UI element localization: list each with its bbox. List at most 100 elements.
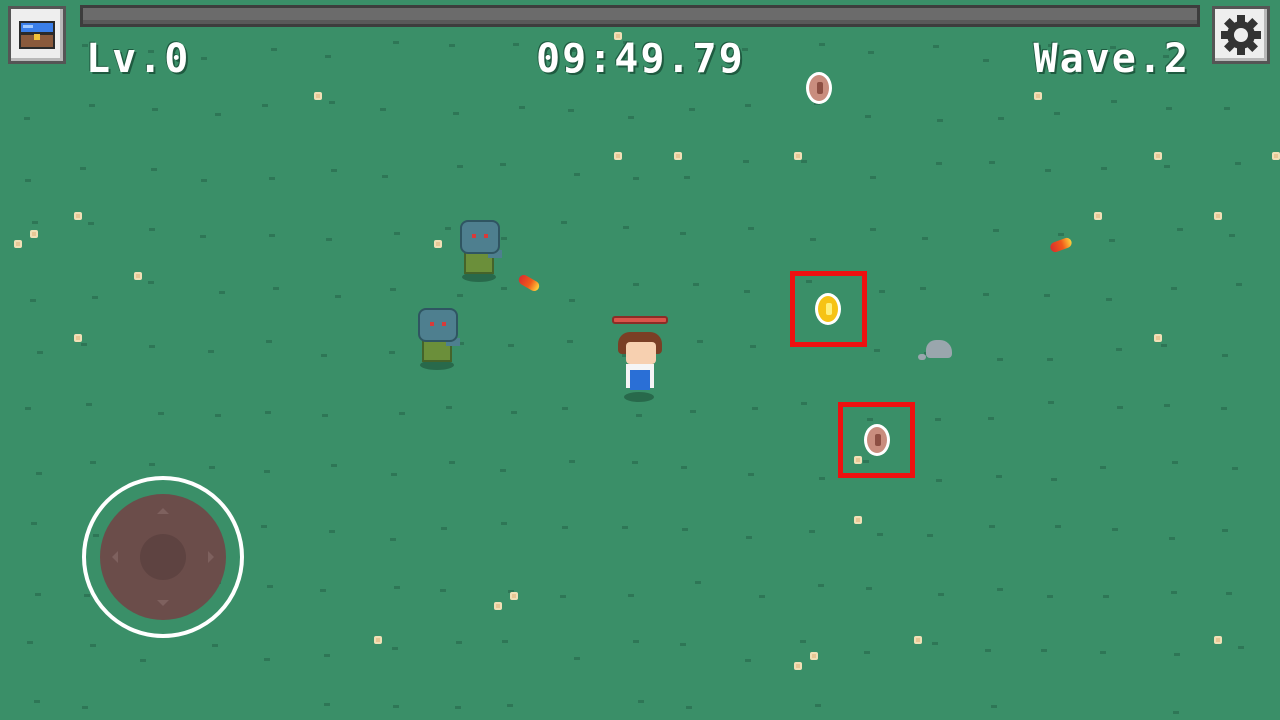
grass-tuft <box>90 644 96 647</box>
grass-tuft <box>1226 592 1232 595</box>
flower-decoration <box>810 652 818 660</box>
grass-tuft <box>455 706 461 709</box>
grass-tuft <box>932 642 938 645</box>
grass-tuft <box>801 402 807 405</box>
grass-tuft <box>574 657 580 660</box>
grass-tuft <box>25 407 31 410</box>
grass-tuft <box>1222 354 1228 357</box>
grass-tuft <box>759 595 765 598</box>
copper-coin[interactable] <box>806 72 832 104</box>
grass-tuft <box>638 700 644 703</box>
grass-tuft <box>561 221 567 224</box>
settings-button[interactable] <box>1212 6 1270 64</box>
zombie-enemy[interactable] <box>456 220 506 282</box>
grass-tuft <box>329 530 335 533</box>
grass-tuft <box>748 473 754 476</box>
grass-tuft <box>148 281 154 284</box>
grass-tuft <box>324 654 330 657</box>
grass-tuft <box>84 594 90 597</box>
grass-tuft <box>815 704 821 707</box>
grass-tuft <box>457 294 463 297</box>
inventory-button[interactable] <box>8 6 66 64</box>
grass-tuft <box>24 117 30 120</box>
flower-decoration <box>14 240 22 248</box>
grass-tuft <box>1058 233 1064 236</box>
grass-tuft <box>200 235 206 238</box>
player-health-bar <box>612 316 668 324</box>
level-indicator: Lv.0 <box>86 36 191 82</box>
grass-tuft <box>695 581 701 584</box>
flower-decoration <box>510 592 518 600</box>
grass-tuft <box>870 228 876 231</box>
grass-tuft <box>1166 107 1172 110</box>
grass-tuft <box>1106 298 1112 301</box>
grass-tuft <box>1100 466 1106 469</box>
grass-tuft <box>1164 165 1170 168</box>
grass-tuft <box>264 658 270 661</box>
flower-decoration <box>434 240 442 248</box>
grass-tuft <box>267 585 273 588</box>
grass-tuft <box>149 463 155 466</box>
grass-tuft <box>212 644 218 647</box>
wave-indicator: Wave.2 <box>1033 36 1190 82</box>
grass-tuft <box>92 296 98 299</box>
grass-tuft <box>997 358 1003 361</box>
grass-tuft <box>746 536 752 539</box>
grass-tuft <box>567 340 573 343</box>
grass-tuft <box>800 640 806 643</box>
grass-tuft <box>215 414 221 417</box>
grass-tuft <box>380 108 386 111</box>
flower-decoration <box>74 212 82 220</box>
grass-tuft <box>34 700 40 703</box>
flower-decoration <box>1154 152 1162 160</box>
grass-tuft <box>936 479 942 482</box>
grass-tuft <box>920 287 926 290</box>
grass-tuft <box>689 108 695 111</box>
grass-tuft <box>991 705 997 708</box>
grass-tuft <box>1054 112 1060 115</box>
grass-tuft <box>322 414 328 417</box>
grass-tuft <box>392 647 398 650</box>
grass-tuft <box>82 706 88 709</box>
grass-tuft <box>321 354 327 357</box>
grass-tuft <box>562 407 568 410</box>
grass-tuft <box>1222 529 1228 532</box>
grass-tuft <box>1232 467 1238 470</box>
flower-decoration <box>1272 152 1280 160</box>
grass-tuft <box>810 238 816 241</box>
grass-tuft <box>686 706 692 709</box>
grass-tuft <box>1164 404 1170 407</box>
grass-tuft <box>335 295 341 298</box>
flower-decoration <box>1154 334 1162 342</box>
grass-tuft <box>927 534 933 537</box>
joystick-ring[interactable] <box>82 476 244 638</box>
grass-tuft <box>636 414 642 417</box>
grass-tuft <box>622 526 628 529</box>
grass-tuft <box>394 586 400 589</box>
flower-decoration <box>1034 92 1042 100</box>
grass-tuft <box>682 528 688 531</box>
grass-tuft <box>752 407 758 410</box>
grass-tuft <box>985 649 991 652</box>
grass-tuft <box>997 588 1003 591</box>
grass-tuft <box>151 168 157 171</box>
grass-tuft <box>86 403 92 406</box>
grass-tuft <box>441 527 447 530</box>
grass-tuft <box>1221 407 1227 410</box>
grass-tuft <box>693 283 699 286</box>
grass-tuft <box>391 473 397 476</box>
grass-tuft <box>628 594 634 597</box>
grass-tuft <box>922 237 928 240</box>
grass-tuft <box>266 340 272 343</box>
grass-tuft <box>1111 100 1117 103</box>
grass-tuft <box>513 43 519 46</box>
flower-decoration <box>914 636 922 644</box>
grass-tuft <box>819 43 825 46</box>
flower-decoration <box>674 152 682 160</box>
game-world[interactable]: Lv.0 09:49.79 Wave.2 <box>0 0 1280 720</box>
grass-tuft <box>633 640 639 643</box>
grass-tuft <box>35 593 41 596</box>
grass-tuft <box>681 466 687 469</box>
grass-tuft <box>1177 228 1183 231</box>
zombie-enemy[interactable] <box>414 308 464 370</box>
